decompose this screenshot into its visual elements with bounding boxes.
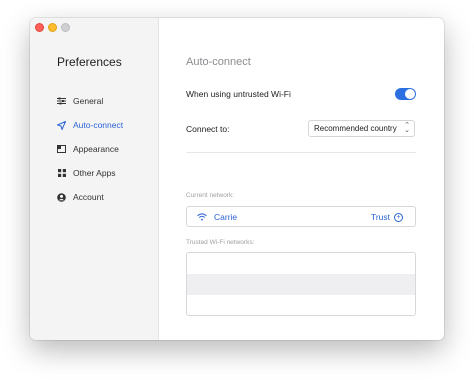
user-icon [57,192,66,202]
chevron-up-down-icon: ⌃ ⌄ [404,122,410,134]
trust-label: Trust [370,212,390,222]
list-item [187,253,415,274]
current-network-box: Carrie Trust + [186,206,416,227]
window-controls [35,23,70,32]
grid-icon [57,169,66,178]
connect-to-value: Recommended country [314,124,397,133]
maximize-window-button[interactable] [61,23,70,32]
sliders-icon [57,97,66,106]
trust-button[interactable]: Trust + [371,212,403,222]
current-network-label: Current network: [186,192,235,199]
sidebar-item-appearance[interactable]: Appearance [57,137,123,161]
minimize-window-button[interactable] [48,23,57,32]
sidebar-item-label: General [73,96,104,106]
sidebar-item-account[interactable]: Account [57,185,123,209]
sidebar-title: Preferences [57,55,122,69]
untrusted-wifi-toggle[interactable] [395,88,416,100]
sidebar-item-label: Auto-connect [73,120,124,130]
sidebar: Preferences General Auto-connect Appeara… [30,18,159,340]
send-icon [57,120,66,130]
current-network-name: Carrie [214,211,238,222]
connect-to-select[interactable]: Recommended country ⌃ ⌄ [308,120,415,137]
list-item [187,274,415,295]
divider [186,152,416,153]
page-title: Auto-connect [186,56,251,68]
content-panel: Auto-connect When using untrusted Wi-Fi … [159,18,444,340]
sidebar-item-other-apps[interactable]: Other Apps [57,161,123,185]
trusted-networks-label: Trusted Wi-Fi networks: [186,239,255,246]
window-icon [57,145,66,154]
close-window-button[interactable] [35,23,44,32]
sidebar-item-auto-connect[interactable]: Auto-connect [57,113,123,137]
trusted-networks-list[interactable] [186,252,416,316]
sidebar-item-general[interactable]: General [57,89,123,113]
sidebar-nav: General Auto-connect Appearance Other Ap… [57,89,123,209]
sidebar-item-label: Appearance [73,144,119,154]
sidebar-item-label: Other Apps [73,168,116,178]
connect-to-label: Connect to: [186,124,230,134]
preferences-window: Preferences General Auto-connect Appeara… [30,18,444,340]
wifi-icon [197,212,207,221]
toggle-knob [405,89,415,99]
list-item [187,295,415,315]
sidebar-item-label: Account [73,192,104,202]
plus-circle-icon: + [394,212,403,222]
untrusted-wifi-label: When using untrusted Wi-Fi [186,89,291,99]
